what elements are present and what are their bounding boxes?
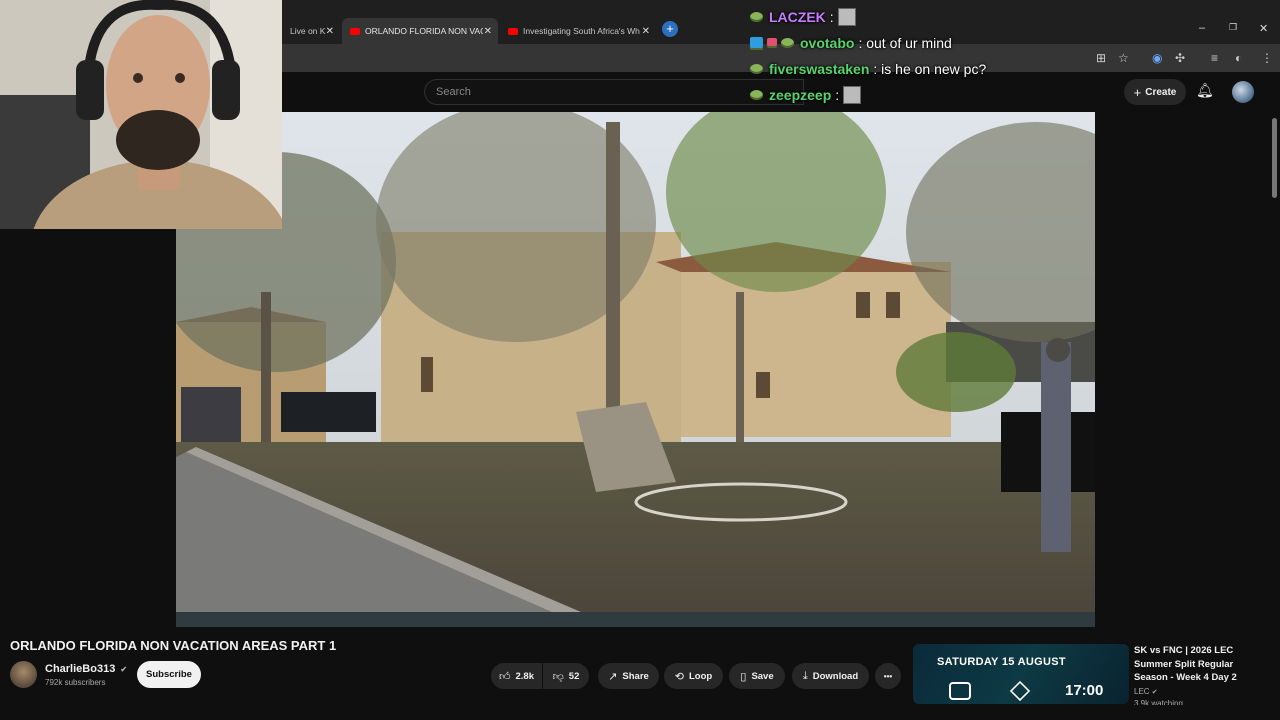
more-actions-button[interactable]: •••	[875, 663, 901, 689]
loop-icon: ⟲	[674, 670, 684, 683]
tab-south-africa-video[interactable]: Investigating South Africa's Wh ✕	[500, 18, 656, 44]
dislike-count: 52	[568, 670, 580, 682]
chat-badge-icon	[781, 38, 794, 48]
create-button[interactable]: + Create	[1124, 79, 1186, 105]
restore-icon[interactable]: ❐	[1229, 22, 1237, 33]
recommended-channel[interactable]: LEC ✔	[1134, 687, 1158, 696]
chat-text: : is he on new pc?	[873, 61, 987, 77]
chat-colon: :	[835, 87, 840, 103]
team-sk-logo	[949, 682, 971, 700]
save-button[interactable]: ▯ Save	[729, 663, 785, 689]
chat-emote-icon	[837, 8, 856, 26]
tab-close-icon[interactable]: ✕	[642, 26, 650, 37]
tab-orlando-video[interactable]: ORLANDO FLORIDA NON VACAT ✕	[342, 18, 498, 44]
create-label: Create	[1145, 86, 1177, 98]
save-label: Save	[751, 670, 774, 682]
extension-audio-icon[interactable]: ◉	[1152, 51, 1162, 65]
chat-username: zeepzeep	[769, 87, 832, 103]
chat-badge-icon	[750, 12, 763, 22]
tab-close-icon[interactable]: ✕	[484, 26, 492, 37]
thumbs-up-icon: 👍︎	[499, 670, 511, 683]
bookmark-icon: ▯	[740, 670, 747, 683]
chat-username: ovotabo	[800, 35, 855, 51]
download-icon: ⤓	[802, 669, 808, 682]
chat-message: ovotabo : out of ur mind	[750, 33, 952, 53]
chat-colon: :	[829, 9, 834, 25]
like-button[interactable]: 👍︎ 2.8k	[491, 663, 542, 689]
webcam-scene	[0, 0, 282, 229]
minimize-icon[interactable]: –	[1199, 22, 1205, 34]
search-input[interactable]: Search	[424, 79, 804, 105]
download-label: Download	[812, 670, 859, 682]
notifications-bell-icon[interactable]: 🔔︎	[1196, 82, 1214, 99]
plus-icon: +	[1133, 84, 1142, 100]
tab-kick-live[interactable]: Live on K ✕	[282, 18, 340, 44]
video-frame-scene	[176, 112, 1095, 627]
recommended-channel-name: LEC	[1134, 687, 1150, 696]
subscriber-count: 792k subscribers	[45, 678, 106, 687]
bookmark-star-icon[interactable]: ☆	[1118, 51, 1129, 65]
close-window-icon[interactable]: ✕	[1259, 22, 1268, 35]
recommended-views: 3.9k watching	[1134, 699, 1183, 705]
channel-name[interactable]: CharlieBo313 ✔	[45, 663, 127, 675]
new-tab-button[interactable]: +	[662, 21, 678, 37]
media-control-icon[interactable]: ≡	[1211, 51, 1218, 65]
video-title: ORLANDO FLORIDA NON VACATION AREAS PART …	[10, 638, 337, 653]
youtube-favicon-icon	[508, 27, 518, 35]
verified-icon: ✔	[1151, 689, 1158, 696]
chat-text: : out of ur mind	[858, 35, 952, 51]
chat-badge-icon	[750, 64, 763, 74]
install-app-icon[interactable]: ⊞	[1096, 51, 1106, 65]
loop-label: Loop	[689, 670, 713, 682]
channel-avatar[interactable]	[10, 661, 37, 688]
tab-title: ORLANDO FLORIDA NON VACAT	[365, 26, 483, 36]
verified-icon: ✔	[120, 665, 128, 674]
tab-close-icon[interactable]: ✕	[326, 26, 334, 37]
loop-button[interactable]: ⟲ Loop	[664, 663, 723, 689]
account-avatar[interactable]	[1232, 81, 1254, 103]
share-label: Share	[622, 670, 649, 682]
chat-message: LACZEK :	[750, 7, 856, 27]
channel-name-text: CharlieBo313	[45, 663, 116, 675]
chat-badge-icon	[750, 90, 763, 100]
chat-badge-icon	[750, 36, 763, 50]
subscribe-button[interactable]: Subscribe	[137, 661, 201, 688]
like-count: 2.8k	[515, 670, 535, 682]
share-button[interactable]: ↗ Share	[598, 663, 659, 689]
chat-message: zeepzeep :	[750, 85, 862, 105]
page-scrollbar[interactable]	[1270, 112, 1278, 702]
share-arrow-icon: ↗	[608, 670, 618, 683]
chat-message: fiverswastaken : is he on new pc?	[750, 59, 986, 79]
chat-emote-icon	[843, 86, 862, 104]
tab-title: Live on K	[290, 26, 326, 36]
profile-icon[interactable]: ◐	[1235, 51, 1242, 65]
extensions-puzzle-icon[interactable]: ✣	[1175, 51, 1185, 65]
tab-title: Investigating South Africa's Wh	[523, 26, 640, 36]
scrollbar-thumb[interactable]	[1272, 118, 1277, 198]
recommended-title[interactable]: SK vs FNC | 2026 LEC Summer Split Regula…	[1134, 644, 1268, 685]
team-fnc-logo	[1009, 680, 1031, 702]
youtube-favicon-icon	[350, 27, 360, 35]
chat-username: LACZEK	[769, 9, 826, 25]
thumbnail-time-text: 17:00	[1065, 682, 1104, 699]
thumbnail-date-text: SATURDAY 15 AUGUST	[937, 656, 1066, 668]
streamer-webcam	[0, 0, 282, 229]
thumbs-down-icon: 👎︎	[552, 670, 564, 683]
chat-badge-icon	[767, 38, 777, 48]
dislike-button[interactable]: 👎︎ 52	[543, 663, 589, 689]
download-button[interactable]: ⤓ Download	[792, 663, 869, 689]
browser-menu-icon[interactable]: ⋮	[1261, 51, 1273, 65]
chat-username: fiverswastaken	[769, 61, 870, 77]
recommended-thumbnail[interactable]: SATURDAY 15 AUGUST 17:00	[913, 644, 1129, 704]
video-player[interactable]	[176, 112, 1095, 627]
